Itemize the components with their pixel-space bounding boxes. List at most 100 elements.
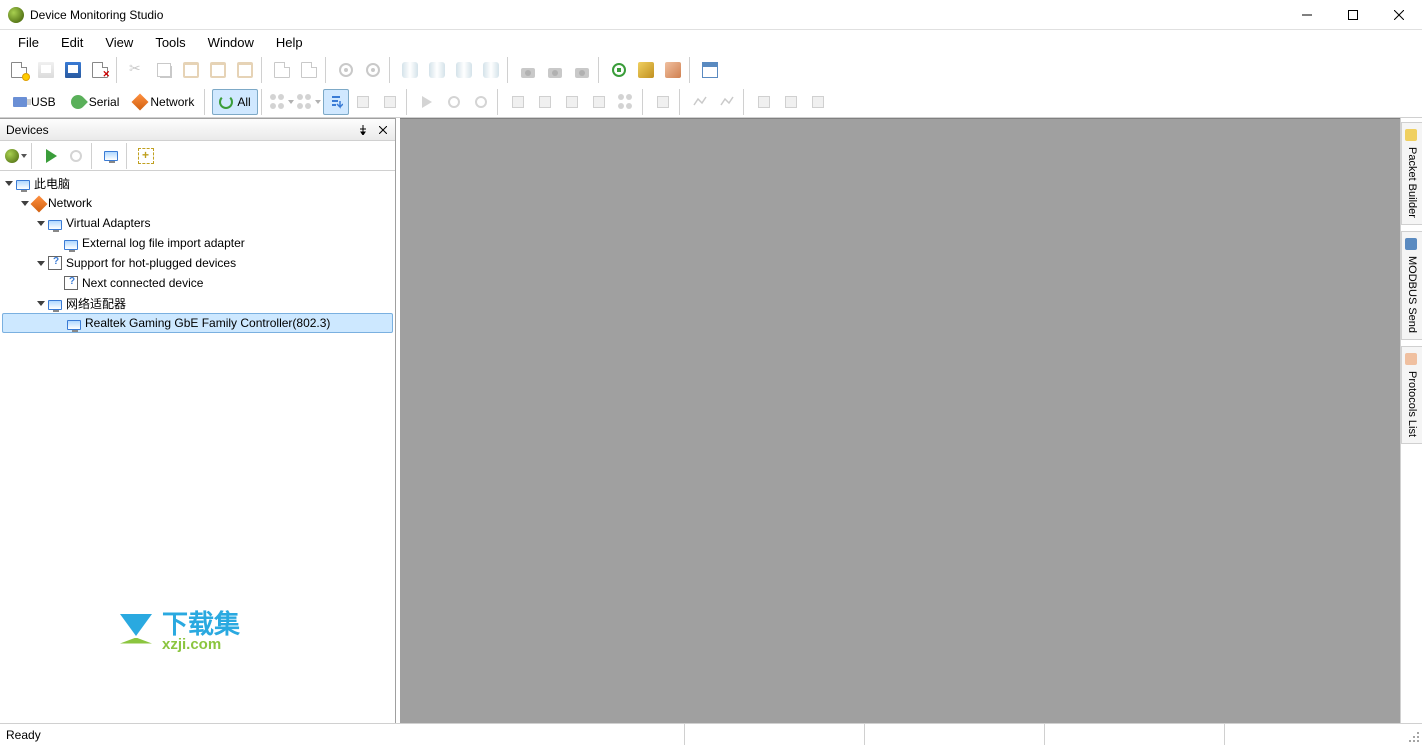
new-file-button[interactable] bbox=[6, 57, 32, 83]
tool-button-a2[interactable] bbox=[532, 89, 558, 115]
tool-button-a4[interactable] bbox=[586, 89, 612, 115]
group-button-1[interactable] bbox=[269, 89, 295, 115]
toolbar-separator bbox=[389, 57, 394, 83]
page-button-2[interactable] bbox=[296, 57, 322, 83]
monitor-icon bbox=[48, 300, 62, 310]
globe-button[interactable] bbox=[4, 144, 28, 168]
close-button[interactable] bbox=[1376, 0, 1422, 30]
tree-twisty[interactable] bbox=[5, 181, 13, 186]
menu-bar: File Edit View Tools Window Help bbox=[0, 30, 1422, 54]
menu-edit[interactable]: Edit bbox=[51, 33, 93, 52]
cube-pink-button[interactable] bbox=[660, 57, 686, 83]
folder-button-2[interactable] bbox=[778, 89, 804, 115]
group-button-2[interactable] bbox=[296, 89, 322, 115]
filter-network-button[interactable]: Network bbox=[127, 89, 201, 115]
network-icon bbox=[132, 93, 149, 110]
stop-button[interactable] bbox=[468, 89, 494, 115]
tool-button-a3[interactable] bbox=[559, 89, 585, 115]
all-icon bbox=[219, 95, 233, 109]
block-button-1[interactable] bbox=[350, 89, 376, 115]
tree-node-realtek[interactable]: Realtek Gaming GbE Family Controller(802… bbox=[2, 313, 393, 333]
tree-node-hotplug[interactable]: Support for hot-plugged devices bbox=[0, 253, 395, 273]
camera-button-1[interactable] bbox=[515, 57, 541, 83]
menu-view[interactable]: View bbox=[95, 33, 143, 52]
tool-button-a1[interactable] bbox=[505, 89, 531, 115]
page-button-1[interactable] bbox=[269, 57, 295, 83]
target-button-2[interactable] bbox=[360, 57, 386, 83]
tree-node-computer[interactable]: 此电脑 bbox=[0, 173, 395, 193]
watermark: 下载集 xzji.com bbox=[120, 611, 240, 652]
copy-button[interactable] bbox=[151, 57, 177, 83]
tree-node-next-connected[interactable]: Next connected device bbox=[0, 273, 395, 293]
menu-window[interactable]: Window bbox=[198, 33, 264, 52]
tree-twisty[interactable] bbox=[37, 261, 45, 266]
status-bar: Ready bbox=[0, 723, 1422, 745]
right-side-tabs: Packet Builder MODBUS Send Protocols Lis… bbox=[1400, 118, 1422, 723]
tree-node-virtual-adapters[interactable]: Virtual Adapters bbox=[0, 213, 395, 233]
cylinder-button-4[interactable] bbox=[478, 57, 504, 83]
menu-tools[interactable]: Tools bbox=[145, 33, 195, 52]
devices-panel-toolbar bbox=[0, 141, 395, 171]
paste-button[interactable] bbox=[178, 57, 204, 83]
panel-refresh-button[interactable] bbox=[99, 144, 123, 168]
tree-label: 此电脑 bbox=[34, 175, 70, 192]
cylinder-button-3[interactable] bbox=[451, 57, 477, 83]
tree-node-network[interactable]: Network bbox=[0, 193, 395, 213]
cube-yellow-button[interactable] bbox=[633, 57, 659, 83]
clipboard-list-button[interactable] bbox=[232, 57, 258, 83]
tool-button-b1[interactable] bbox=[650, 89, 676, 115]
filter-serial-button[interactable]: Serial bbox=[64, 89, 127, 115]
tree-twisty[interactable] bbox=[37, 301, 45, 306]
panel-stop-button[interactable] bbox=[64, 144, 88, 168]
cut-button[interactable] bbox=[124, 57, 150, 83]
toolbar-separator bbox=[689, 57, 694, 83]
tree-twisty[interactable] bbox=[21, 201, 29, 206]
cylinder-button-2[interactable] bbox=[424, 57, 450, 83]
panel-new-window-button[interactable] bbox=[134, 144, 158, 168]
paste-special-button[interactable] bbox=[205, 57, 231, 83]
panel-play-button[interactable] bbox=[39, 144, 63, 168]
menu-file[interactable]: File bbox=[8, 33, 49, 52]
save-button[interactable] bbox=[33, 57, 59, 83]
camera-button-2[interactable] bbox=[542, 57, 568, 83]
record-button[interactable] bbox=[441, 89, 467, 115]
tree-node-external-log[interactable]: External log file import adapter bbox=[0, 233, 395, 253]
monitor-icon bbox=[67, 320, 81, 330]
folder-button-3[interactable] bbox=[805, 89, 831, 115]
block-button-2[interactable] bbox=[377, 89, 403, 115]
cylinder-button-1[interactable] bbox=[397, 57, 423, 83]
refresh-button[interactable] bbox=[606, 57, 632, 83]
computer-icon bbox=[16, 180, 30, 190]
menu-help[interactable]: Help bbox=[266, 33, 313, 52]
status-cell-3 bbox=[1044, 724, 1224, 745]
chart-button-1[interactable] bbox=[687, 89, 713, 115]
window-layout-button[interactable] bbox=[697, 57, 723, 83]
filter-usb-button[interactable]: USB bbox=[6, 89, 63, 115]
devices-panel-header: Devices bbox=[0, 119, 395, 141]
devices-tree[interactable]: 此电脑 Network Virtual Adapters External lo… bbox=[0, 171, 395, 723]
maximize-button[interactable] bbox=[1330, 0, 1376, 30]
panel-close-button[interactable] bbox=[375, 122, 391, 138]
toolbar-separator bbox=[91, 143, 96, 169]
toolbar-separator bbox=[31, 143, 36, 169]
folder-button-1[interactable] bbox=[751, 89, 777, 115]
sort-button[interactable] bbox=[323, 89, 349, 115]
filter-all-button[interactable]: All bbox=[212, 89, 257, 115]
resize-grip[interactable] bbox=[1404, 724, 1422, 745]
play-button[interactable] bbox=[414, 89, 440, 115]
close-file-button[interactable] bbox=[87, 57, 113, 83]
tree-node-net-adapters[interactable]: 网络适配器 bbox=[0, 293, 395, 313]
tab-packet-builder[interactable]: Packet Builder bbox=[1401, 122, 1422, 225]
save-all-button[interactable] bbox=[60, 57, 86, 83]
tab-protocols-list[interactable]: Protocols List bbox=[1401, 346, 1422, 444]
toolbar-separator bbox=[497, 89, 502, 115]
status-cell-1 bbox=[684, 724, 864, 745]
target-button-1[interactable] bbox=[333, 57, 359, 83]
panel-pin-button[interactable] bbox=[355, 122, 371, 138]
tab-modbus-send[interactable]: MODBUS Send bbox=[1401, 231, 1422, 340]
minimize-button[interactable] bbox=[1284, 0, 1330, 30]
tool-button-a5[interactable] bbox=[613, 89, 639, 115]
tree-twisty[interactable] bbox=[37, 221, 45, 226]
chart-button-2[interactable] bbox=[714, 89, 740, 115]
camera-button-3[interactable] bbox=[569, 57, 595, 83]
